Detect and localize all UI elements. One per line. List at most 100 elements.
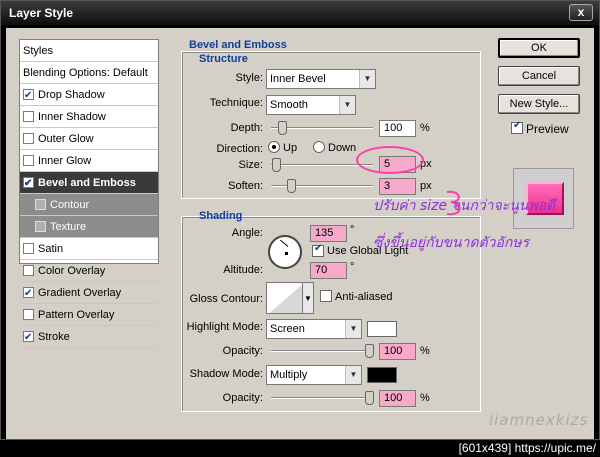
style-item-label: Satin <box>38 243 64 255</box>
size-slider-thumb[interactable] <box>272 158 281 172</box>
chevron-down-icon: ▼ <box>339 96 355 114</box>
technique-select[interactable]: Smooth ▼ <box>266 95 356 115</box>
shadow-opacity-unit: % <box>420 392 430 404</box>
window-title: Layer Style <box>9 6 74 20</box>
direction-label: Direction: <box>216 143 263 155</box>
angle-dial[interactable] <box>268 235 302 269</box>
cancel-button[interactable]: Cancel <box>498 66 580 86</box>
ok-button[interactable]: OK <box>498 38 580 58</box>
shadow-opacity-track[interactable] <box>271 397 373 399</box>
style-item-satin[interactable]: Satin <box>20 238 158 260</box>
shading-title: Shading <box>199 210 243 222</box>
anti-aliased-checkbox[interactable] <box>320 290 332 302</box>
style-item-checkbox[interactable] <box>23 133 34 144</box>
style-item-inner-shadow[interactable]: Inner Shadow <box>20 106 158 128</box>
style-item-label: Outer Glow <box>38 133 94 145</box>
shadow-opacity-thumb[interactable] <box>365 391 374 405</box>
depth-input[interactable]: 100 <box>379 120 416 137</box>
direction-down-radio[interactable] <box>313 141 325 153</box>
direction-up-radio[interactable] <box>268 141 280 153</box>
soften-slider-thumb[interactable] <box>287 179 296 193</box>
style-item-checkbox[interactable] <box>23 327 34 349</box>
angle-needle <box>280 239 289 247</box>
preview-checkbox[interactable] <box>511 120 523 134</box>
depth-slider-thumb[interactable] <box>278 121 287 135</box>
blending-options-item[interactable]: Blending Options: Default <box>20 62 158 84</box>
layer-style-window: Layer Style x Styles Blending Options: D… <box>0 0 600 440</box>
style-item-label: Inner Glow <box>38 155 92 167</box>
style-item-contour[interactable]: Contour <box>20 194 158 216</box>
style-item-checkbox[interactable] <box>23 309 34 320</box>
preview-label: Preview <box>526 122 569 136</box>
style-item-label: Stroke <box>38 331 70 343</box>
chevron-down-icon: ▼ <box>359 70 375 88</box>
annotation-circle <box>356 146 424 174</box>
style-item-checkbox[interactable] <box>23 155 34 166</box>
highlight-color-swatch[interactable] <box>367 321 397 337</box>
highlight-opacity-input[interactable]: 100 <box>379 343 416 360</box>
title-bar: Layer Style x <box>1 1 599 25</box>
style-item-pattern-overlay[interactable]: Pattern Overlay <box>20 304 158 326</box>
highlight-mode-select[interactable]: Screen ▼ <box>266 319 362 339</box>
angle-input[interactable]: 135 <box>310 225 347 242</box>
styles-header[interactable]: Styles <box>20 40 158 62</box>
chevron-down-icon[interactable]: ▼ <box>302 282 314 314</box>
shadow-mode-select[interactable]: Multiply ▼ <box>266 365 362 385</box>
chevron-down-icon: ▼ <box>345 366 361 384</box>
style-item-label: Drop Shadow <box>38 89 105 101</box>
close-button[interactable]: x <box>569 4 593 21</box>
depth-label: Depth: <box>230 122 263 134</box>
style-item-label: Pattern Overlay <box>38 309 115 321</box>
style-item-outer-glow[interactable]: Outer Glow <box>20 128 158 150</box>
altitude-input[interactable]: 70 <box>310 262 347 279</box>
style-item-checkbox[interactable] <box>23 243 34 254</box>
style-select-value: Inner Bevel <box>270 73 326 85</box>
style-item-checkbox[interactable] <box>23 111 34 122</box>
style-item-label: Inner Shadow <box>38 111 106 123</box>
direction-up-label: Up <box>283 142 298 154</box>
style-item-label: Contour <box>50 199 90 211</box>
style-item-label: Texture <box>50 221 87 233</box>
style-item-drop-shadow[interactable]: Drop Shadow <box>20 84 158 107</box>
annotation-line-1: ปรับค่า size จนกว่าจะนูนพอดี <box>373 198 556 214</box>
altitude-label: Altitude: <box>223 264 263 276</box>
angle-label: Angle: <box>231 227 263 239</box>
style-label: Style: <box>235 72 263 84</box>
style-select[interactable]: Inner Bevel ▼ <box>266 69 376 89</box>
highlight-opacity-unit: % <box>420 345 430 357</box>
anti-aliased-label: Anti-aliased <box>335 291 393 303</box>
technique-label: Technique: <box>209 97 263 109</box>
style-item-label: Gradient Overlay <box>38 287 122 299</box>
angle-unit: ° <box>350 224 355 236</box>
soften-unit: px <box>420 180 432 192</box>
highlight-opacity-thumb[interactable] <box>365 344 374 358</box>
shadow-opacity-input[interactable]: 100 <box>379 390 416 407</box>
gloss-contour-picker[interactable] <box>266 282 303 314</box>
style-item-bevel-and-emboss[interactable]: Bevel and Emboss <box>20 172 158 195</box>
new-style-button[interactable]: New Style... <box>498 94 580 114</box>
bevel-emboss-title: Bevel and Emboss <box>189 39 287 51</box>
structure-title: Structure <box>199 53 248 65</box>
shadow-opacity-label: Opacity: <box>222 392 263 404</box>
style-item-checkbox[interactable] <box>23 283 34 305</box>
style-item-stroke[interactable]: Stroke <box>20 326 158 349</box>
shadow-mode-label: Shadow Mode: <box>189 368 263 380</box>
global-light-checkbox[interactable] <box>312 243 324 257</box>
style-item-inner-glow[interactable]: Inner Glow <box>20 150 158 172</box>
style-item-checkbox[interactable] <box>23 85 34 107</box>
highlight-mode-value: Screen <box>270 323 305 335</box>
shadow-color-swatch[interactable] <box>367 367 397 383</box>
dialog-body: Styles Blending Options: Default Drop Sh… <box>6 28 594 439</box>
style-item-checkbox[interactable] <box>23 173 34 195</box>
annotation-line-2: ซึ่งขึ้นอยู่กับขนาดตัวอักษร <box>373 235 530 251</box>
style-item-checkbox[interactable] <box>35 199 46 210</box>
highlight-opacity-track[interactable] <box>271 350 373 352</box>
style-item-gradient-overlay[interactable]: Gradient Overlay <box>20 282 158 305</box>
soften-input[interactable]: 3 <box>379 178 416 195</box>
watermark: iiamnexkizs <box>489 411 589 429</box>
style-item-checkbox[interactable] <box>35 221 46 232</box>
style-item-checkbox[interactable] <box>23 265 34 276</box>
style-item-color-overlay[interactable]: Color Overlay <box>20 260 158 282</box>
angle-center-dot <box>285 252 288 255</box>
style-item-texture[interactable]: Texture <box>20 216 158 238</box>
